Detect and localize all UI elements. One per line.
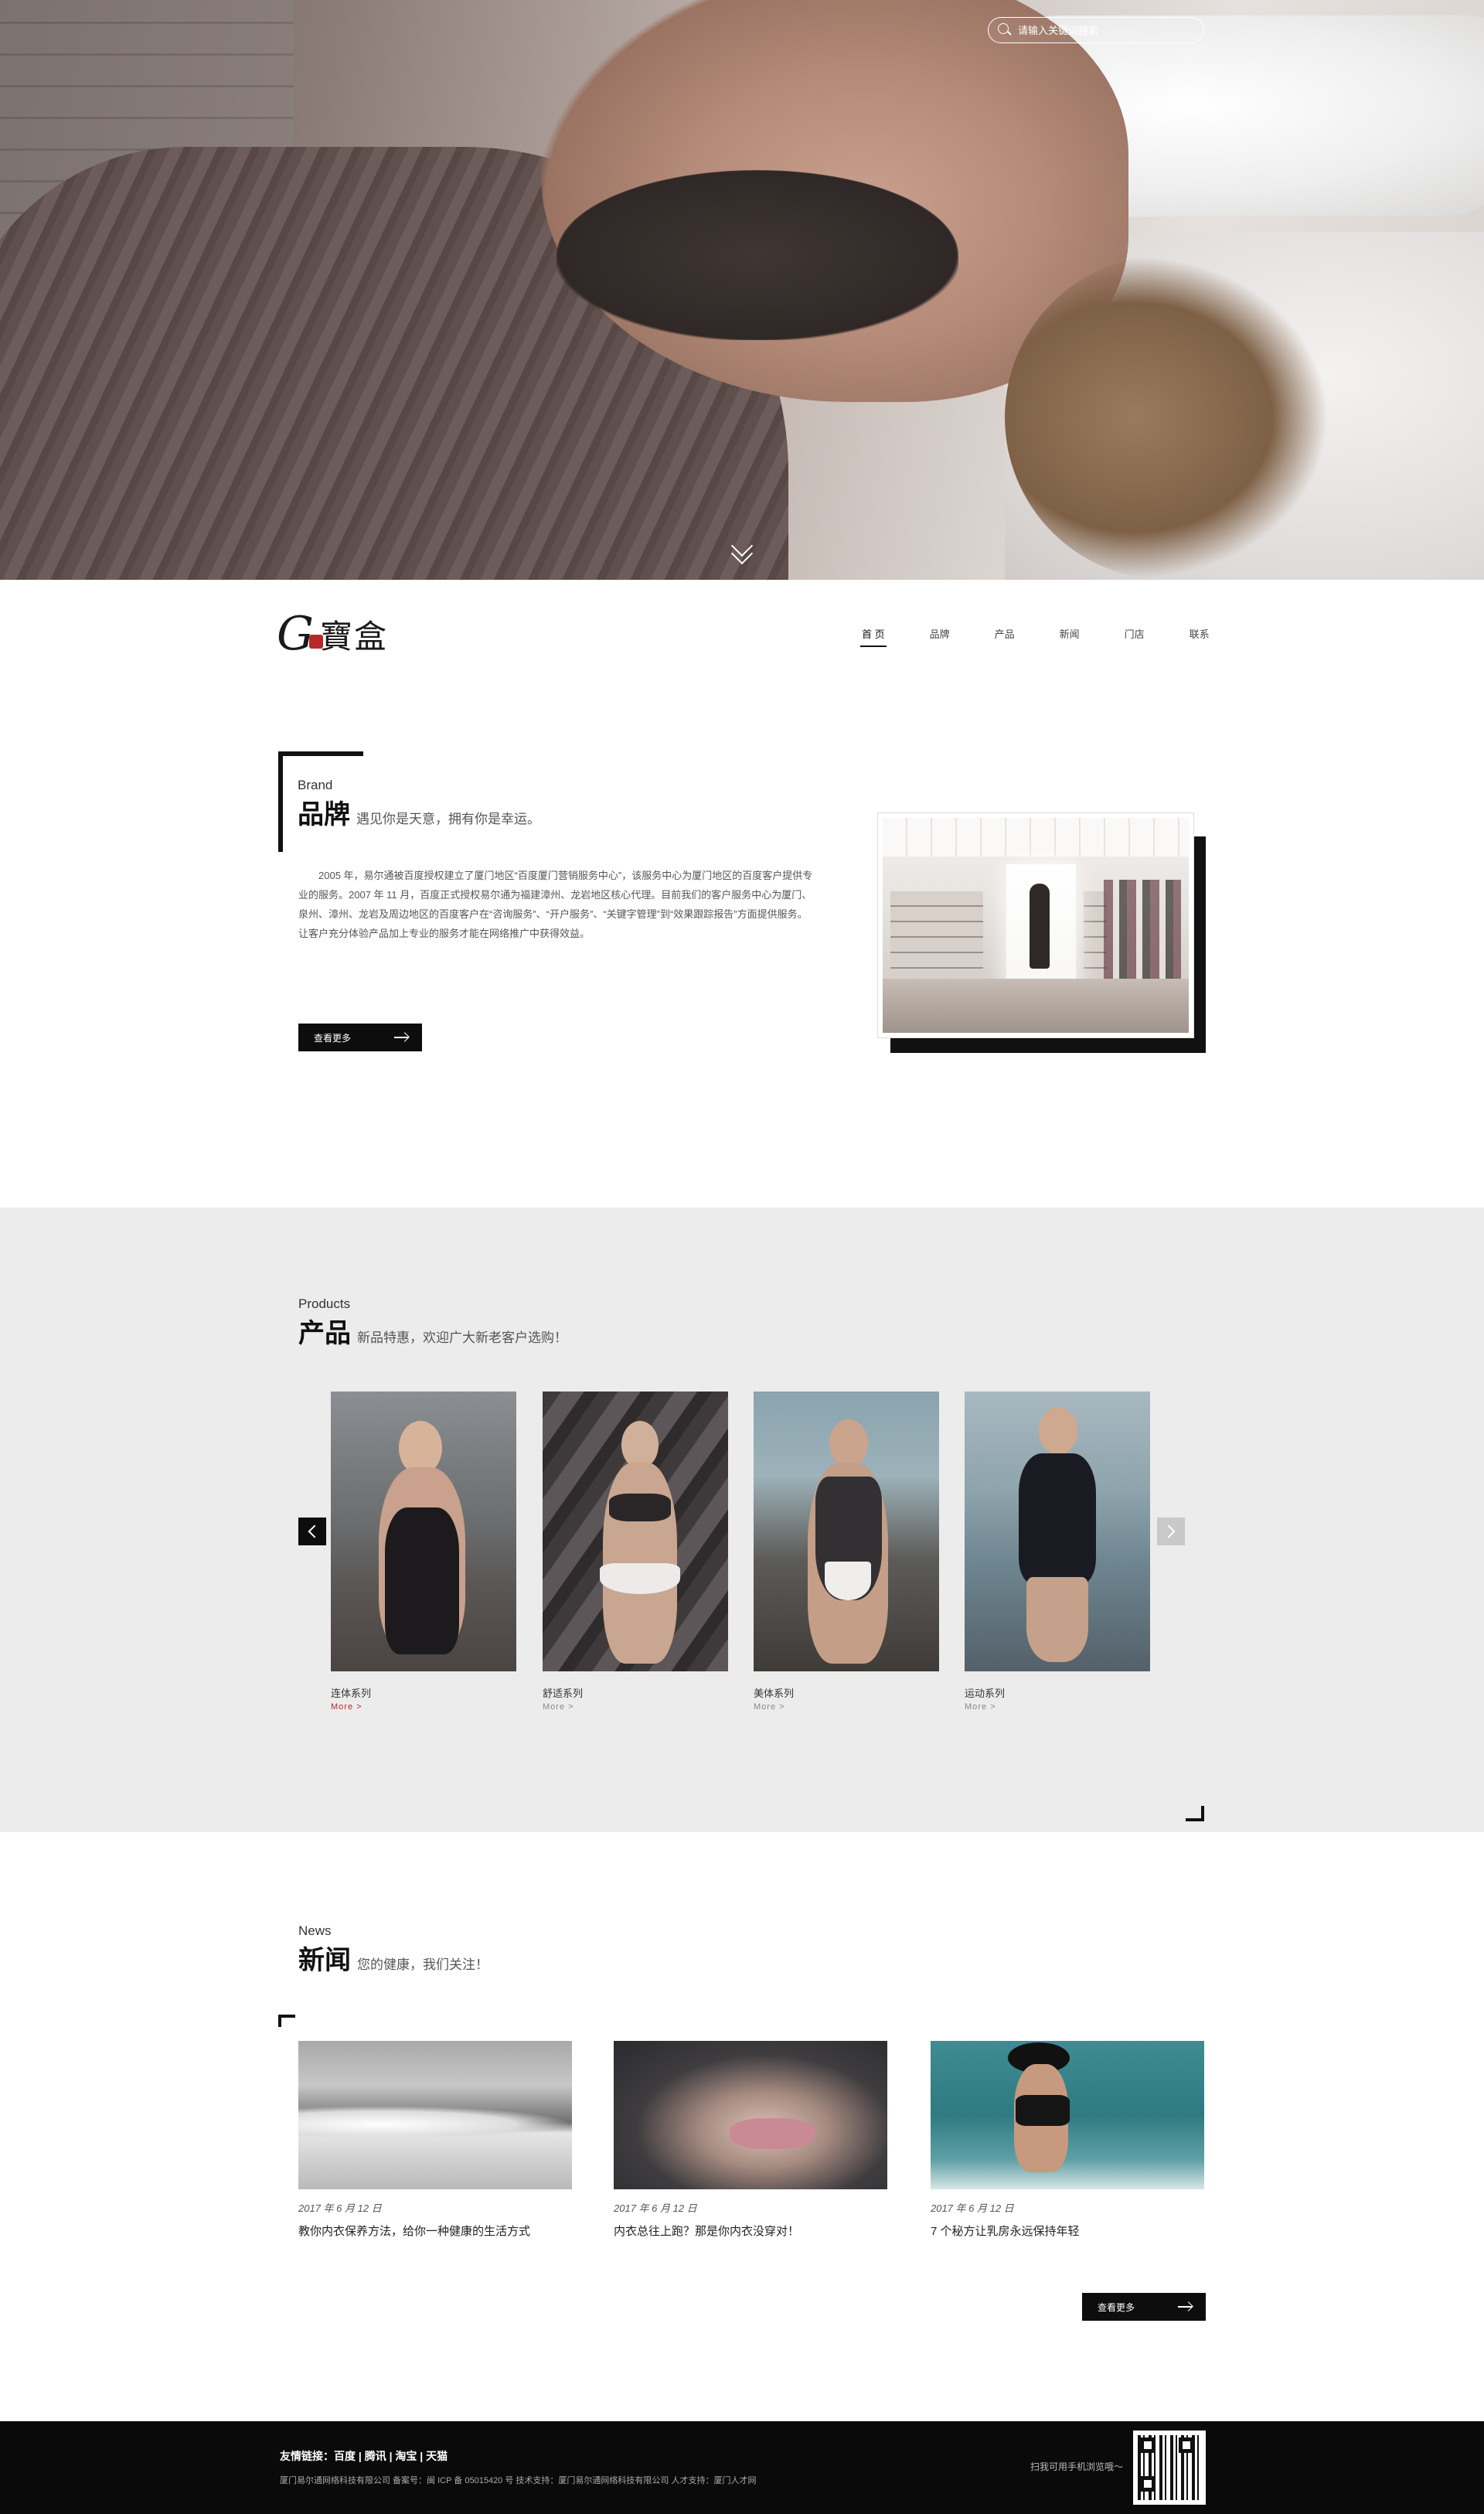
friend-links-label: 友情链接： [280, 2450, 334, 2462]
friend-link-tencent[interactable]: 腾讯 [365, 2450, 386, 2462]
news-title[interactable]: 内衣总往上跑？那是你内衣没穿对！ [614, 2223, 887, 2239]
logo-latin: G [277, 607, 314, 661]
news-slogan: 您的健康，我们关注！ [357, 1957, 488, 1972]
product-card[interactable]: 美体系列 More > [754, 1392, 939, 1712]
news-card[interactable]: 2017 年 6 月 12 日 教你内衣保养方法，给你一种健康的生活方式 [298, 2041, 572, 2239]
brand-heading: Brand 品牌 遇见你是天意，拥有你是幸运。 [298, 778, 540, 831]
product-more-link[interactable]: More > [965, 1702, 1150, 1712]
main-nav: 首 页 品牌 产品 新闻 门店 联系 [860, 626, 1254, 647]
nav-contact[interactable]: 联系 [1190, 626, 1210, 646]
nav-home[interactable]: 首 页 [860, 626, 887, 647]
news-image[interactable] [298, 2041, 572, 2189]
site-header: G 寶盒 首 页 品牌 产品 新闻 门店 联系 [0, 580, 1484, 688]
logo-cn: 寶盒 [319, 617, 388, 656]
hero-banner [0, 0, 1484, 580]
product-card[interactable]: 连体系列 More > [331, 1392, 516, 1712]
news-corner [278, 2015, 295, 2027]
news-image[interactable] [614, 2041, 887, 2189]
search-icon[interactable] [996, 22, 1013, 39]
arrow-right-icon [394, 1037, 408, 1038]
news-date: 2017 年 6 月 12 日 [298, 2202, 382, 2214]
hero-garment [556, 170, 958, 340]
product-more-link[interactable]: More > [331, 1702, 516, 1712]
news-title[interactable]: 7 个秘方让乳房永远保持年轻 [931, 2223, 1204, 2239]
brand-more-label: 查看更多 [314, 1032, 352, 1044]
product-image[interactable] [543, 1392, 728, 1671]
friend-links: 友情链接：百度 | 腾讯 | 淘宝 | 天猫 [280, 2450, 448, 2462]
news-heading: News 新闻 您的健康，我们关注！ [298, 1923, 488, 1977]
nav-brand[interactable]: 品牌 [930, 626, 950, 646]
logo[interactable]: G 寶盒 [277, 607, 388, 661]
products-slogan: 新品特惠，欢迎广大新老客户选购！ [357, 1330, 567, 1345]
chevron-down-icon[interactable] [727, 538, 757, 566]
nav-products[interactable]: 产品 [995, 626, 1015, 646]
product-more-link[interactable]: More > [543, 1702, 728, 1712]
news-title-en: News [298, 1923, 332, 1938]
news-card[interactable]: 2017 年 6 月 12 日 7 个秘方让乳房永远保持年轻 [931, 2041, 1204, 2239]
product-name: 连体系列 [331, 1688, 372, 1699]
scan-hint: 扫我可用手机浏览哦～ [1030, 2461, 1124, 2472]
brand-title-en: Brand [298, 778, 333, 792]
product-card[interactable]: 运动系列 More > [965, 1392, 1150, 1712]
products-corner [1186, 1806, 1204, 1821]
brand-section: Brand 品牌 遇见你是天意，拥有你是幸运。 2005 年，易尔通被百度授权建… [0, 688, 1484, 1208]
friend-link-baidu[interactable]: 百度 [334, 2450, 356, 2462]
products-title-en: Products [298, 1296, 351, 1311]
chevron-right-icon [1162, 1524, 1176, 1538]
brand-slogan: 遇见你是天意，拥有你是幸运。 [356, 812, 540, 826]
search-input[interactable] [1018, 24, 1188, 36]
news-more-button[interactable]: 查看更多 [1082, 2293, 1206, 2321]
brand-description: 2005 年，易尔通被百度授权建立了厦门地区“百度厦门营销服务中心”，该服务中心… [298, 870, 813, 939]
product-name: 运动系列 [965, 1688, 1006, 1699]
qr-code [1133, 2431, 1206, 2505]
hero-hair [1005, 255, 1329, 580]
news-title-cn: 新闻 [298, 1946, 351, 1975]
news-date: 2017 年 6 月 12 日 [931, 2202, 1014, 2214]
nav-stores[interactable]: 门店 [1125, 626, 1145, 646]
news-card[interactable]: 2017 年 6 月 12 日 内衣总往上跑？那是你内衣没穿对！ [614, 2041, 887, 2239]
product-more-link[interactable]: More > [754, 1702, 939, 1712]
slider-next-button[interactable] [1157, 1518, 1185, 1545]
arrow-right-icon [1178, 2306, 1192, 2308]
news-more-label: 查看更多 [1098, 2301, 1135, 2313]
product-name: 美体系列 [754, 1688, 795, 1699]
chevron-left-icon [308, 1524, 322, 1538]
nav-news[interactable]: 新闻 [1060, 626, 1080, 646]
product-image[interactable] [965, 1392, 1150, 1671]
news-image[interactable] [931, 2041, 1204, 2189]
brand-more-button[interactable]: 查看更多 [298, 1024, 422, 1051]
copyright-text: 厦门易尔通网络科技有限公司 备案号：闽 ICP 备 05015420 号 技术支… [280, 2476, 757, 2485]
store-image [878, 813, 1193, 1037]
site-footer: 友情链接：百度 | 腾讯 | 淘宝 | 天猫 厦门易尔通网络科技有限公司 备案号… [0, 2421, 1484, 2514]
news-section: News 新闻 您的健康，我们关注！ 2017 年 6 月 12 日 教你内衣保… [0, 1832, 1484, 2421]
products-heading: Products 产品 新品特惠，欢迎广大新老客户选购！ [298, 1296, 567, 1350]
brand-title-cn: 品牌 [298, 800, 350, 829]
slider-prev-button[interactable] [298, 1518, 326, 1545]
product-image[interactable] [331, 1392, 516, 1671]
product-image[interactable] [754, 1392, 939, 1671]
products-section: Products 产品 新品特惠，欢迎广大新老客户选购！ 连体系列 More >… [0, 1208, 1484, 1832]
friend-link-tmall[interactable]: 天猫 [426, 2450, 448, 2462]
news-date: 2017 年 6 月 12 日 [614, 2202, 697, 2214]
news-title[interactable]: 教你内衣保养方法，给你一种健康的生活方式 [298, 2223, 572, 2239]
search-bar[interactable] [988, 17, 1204, 43]
product-name: 舒适系列 [543, 1688, 584, 1699]
products-title-cn: 产品 [298, 1319, 351, 1348]
friend-link-taobao[interactable]: 淘宝 [395, 2450, 417, 2462]
product-card[interactable]: 舒适系列 More > [543, 1392, 728, 1712]
